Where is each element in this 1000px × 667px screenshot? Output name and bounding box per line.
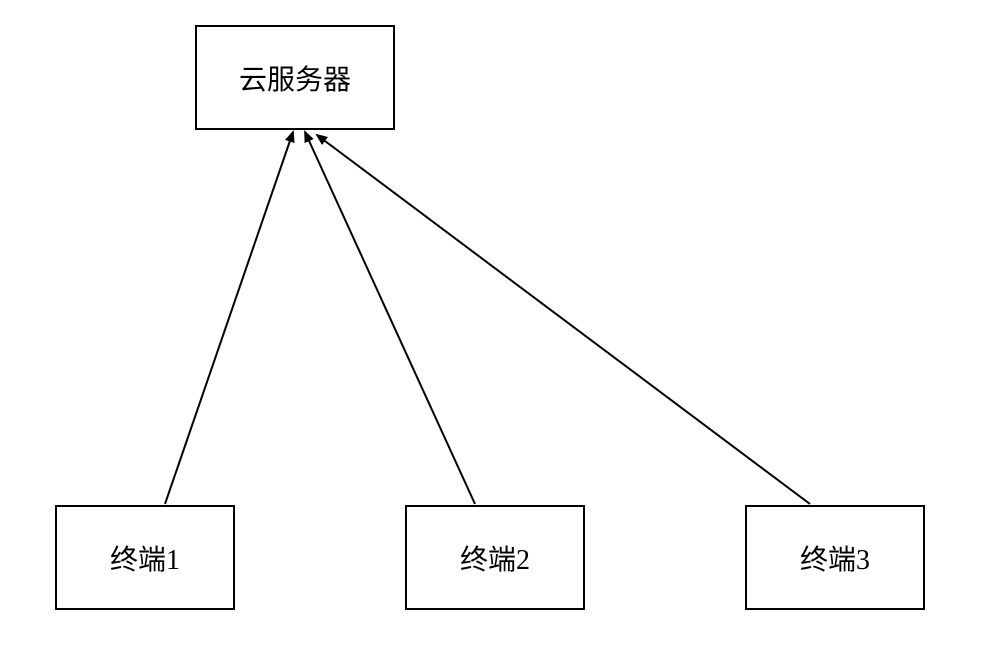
cloud-server-node: 云服务器 <box>195 25 395 130</box>
terminal-2-label: 终端2 <box>460 538 530 578</box>
architecture-diagram: 云服务器 终端1 终端2 终端3 <box>0 0 1000 667</box>
terminal-node-1: 终端1 <box>55 505 235 610</box>
line-terminal-2-to-server <box>305 132 475 504</box>
terminal-1-label: 终端1 <box>110 538 180 578</box>
terminal-node-3: 终端3 <box>745 505 925 610</box>
cloud-server-label: 云服务器 <box>239 58 351 98</box>
terminal-3-label: 终端3 <box>800 538 870 578</box>
line-terminal-3-to-server <box>317 135 810 504</box>
line-terminal-1-to-server <box>165 132 293 504</box>
terminal-node-2: 终端2 <box>405 505 585 610</box>
